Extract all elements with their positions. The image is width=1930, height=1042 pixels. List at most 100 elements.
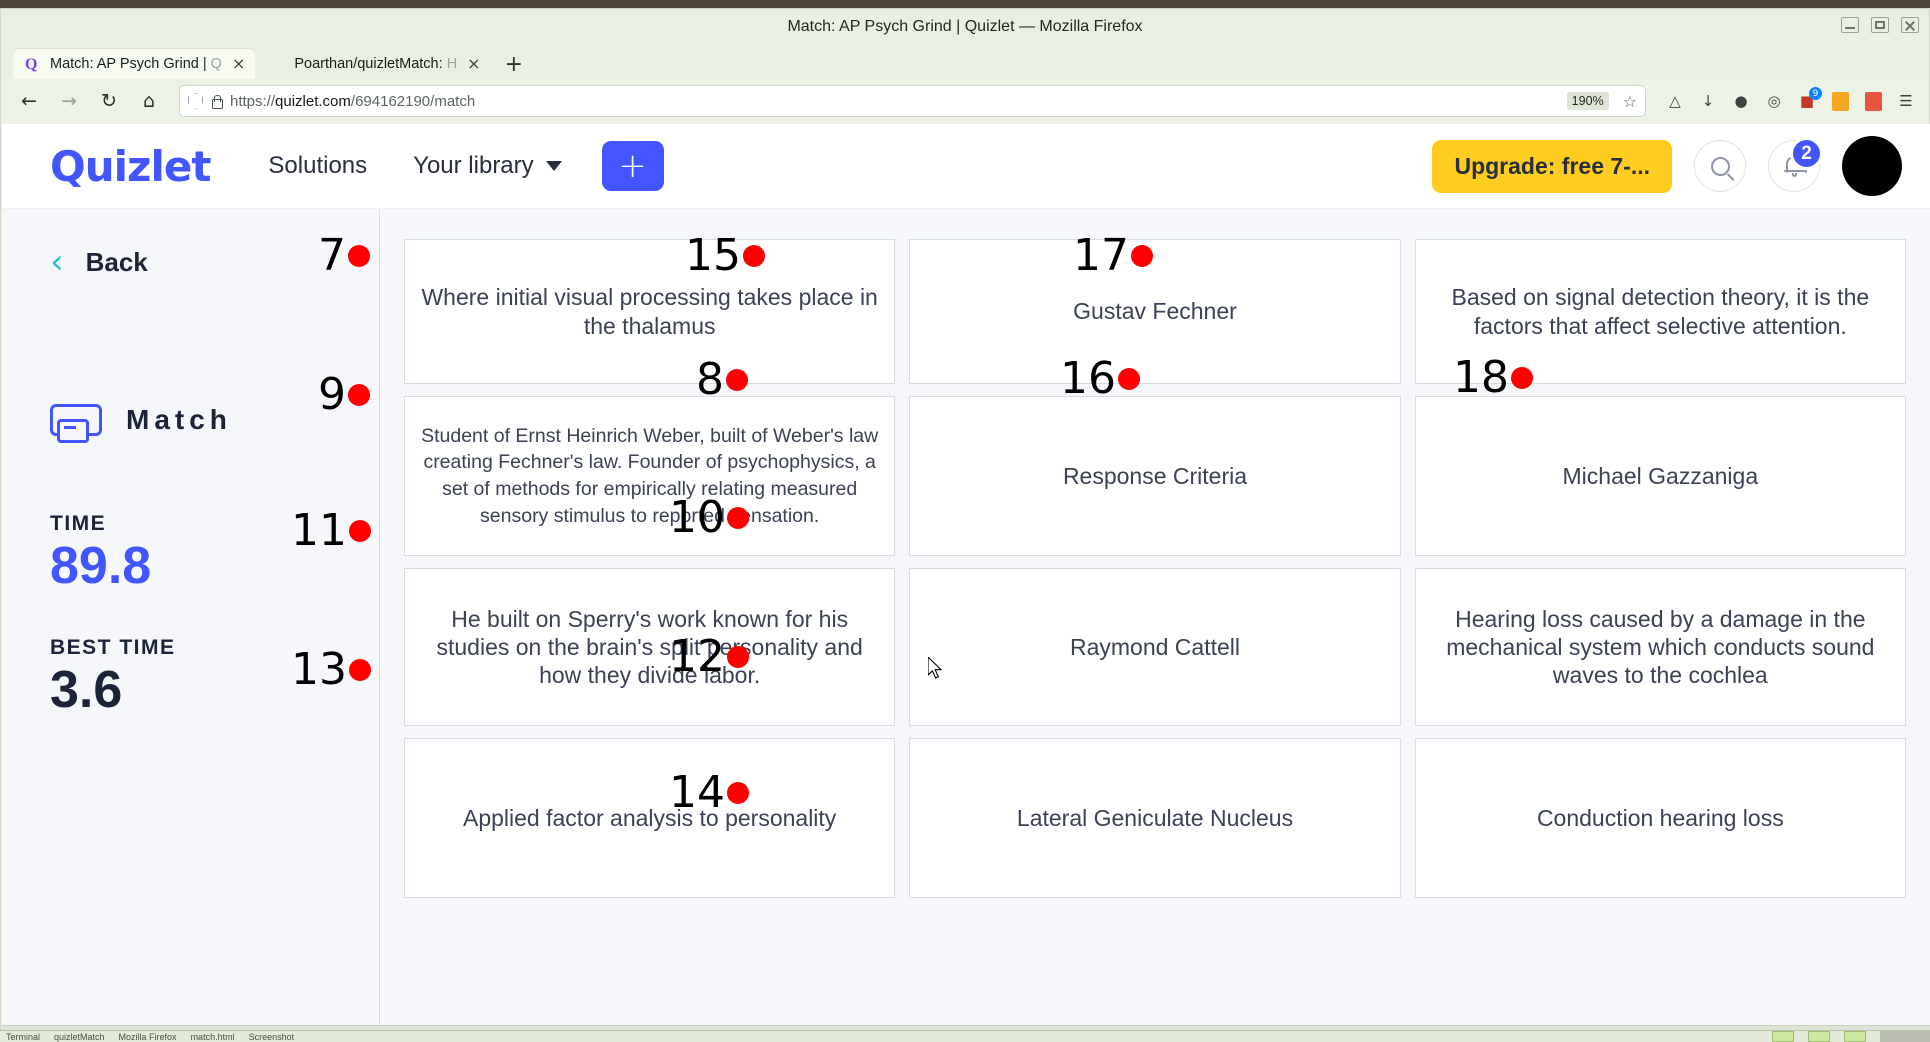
avatar[interactable] [1842,136,1902,196]
match-card-text: Conduction hearing loss [1536,804,1784,831]
page-viewport: Quizlet Solutions Your library + Upgrade… [2,124,1930,1032]
forward-icon[interactable]: → [53,85,85,117]
quizlet-logo[interactable]: Quizlet [50,142,211,191]
match-card[interactable]: Response Criteria [909,396,1401,556]
taskbar-item[interactable]: Screenshot [249,1032,295,1042]
quizlet-favicon-icon: Q [25,55,38,73]
tab-close-icon[interactable]: × [230,56,247,72]
taskbar-item[interactable]: Terminal [6,1032,40,1042]
zoom-level-badge[interactable]: 190% [1566,92,1609,110]
taskbar-item[interactable]: quizletMatch [54,1032,105,1042]
mode-label: Match [126,404,232,435]
bookmark-star-icon[interactable]: ☆ [1617,92,1637,111]
taskbar-workspace[interactable] [1772,1031,1794,1042]
window-controls [1841,17,1919,33]
back-label: Back [85,246,148,277]
nav-item-your-library[interactable]: Your library [413,152,562,180]
account-icon[interactable]: ● [1730,90,1752,112]
match-card[interactable]: Raymond Cattell [909,568,1401,726]
stat-value: 3.6 [50,661,123,720]
bitwarden-icon[interactable] [1829,90,1851,112]
window-maximize-button[interactable] [1871,17,1889,33]
stat-best-time: BEST TIME 3.6 [50,636,379,718]
downloads-icon[interactable]: ↓ [1697,90,1719,112]
window-close-button[interactable] [1901,17,1919,33]
back-icon[interactable]: ← [13,85,45,117]
tab-title: Match: AP Psych Grind | Q [50,56,222,72]
chevron-left-icon: ‹ [50,242,64,282]
match-card-text: Response Criteria [1062,462,1248,489]
os-taskbar: Terminal quizletMatch Mozilla Firefox ma… [0,1030,1930,1042]
menu-icon[interactable]: ☰ [1895,90,1917,112]
back-button[interactable]: ‹ Back [50,245,379,279]
match-card[interactable]: Applied factor analysis to personality [404,738,896,898]
match-card-text: Based on signal detection theory, it is … [1451,284,1870,339]
tab-title: Poarthan/quizletMatch: H [294,56,458,72]
browser-toolbar-icons: △ ↓ ● ◎ ■ 9 ☰ [1660,87,1917,112]
notifications-button[interactable]: 2 [1768,137,1823,192]
create-button[interactable]: + [601,141,664,191]
screenshot-icon[interactable] [1862,90,1884,112]
match-grid: Where initial visual processing takes pl… [380,209,1930,1032]
url-text: https://quizlet.com/694162190/match [230,92,476,110]
match-card-text: Lateral Geniculate Nucleus [1016,804,1294,831]
taskbar-item[interactable]: Mozilla Firefox [119,1032,177,1042]
match-card[interactable]: Hearing loss caused by a damage in the m… [1414,568,1906,726]
nav-item-label: Your library [413,152,534,179]
search-icon [1710,156,1730,176]
notification-badge: 2 [1790,137,1823,170]
new-tab-button[interactable]: + [493,51,535,79]
address-bar[interactable]: https://quizlet.com/694162190/match 190%… [179,85,1646,117]
browser-tab-quizlet[interactable]: Q Match: AP Psych Grind | Q × [13,49,256,79]
extension-badge-count: 9 [1809,87,1822,100]
reload-icon[interactable]: ↻ [93,85,125,117]
stat-label: TIME [50,512,107,535]
match-card[interactable]: Conduction hearing loss [1414,738,1906,898]
match-card-text: Hearing loss caused by a damage in the m… [1446,605,1875,689]
home-icon[interactable]: ⌂ [133,85,165,117]
nav-item-solutions[interactable]: Solutions [268,152,367,180]
match-card[interactable]: Where initial visual processing takes pl… [404,239,896,384]
window-minimize-button[interactable] [1841,17,1859,33]
adblock-icon[interactable]: ■ 9 [1796,87,1822,112]
stat-label: BEST TIME [50,636,176,660]
match-card-text: He built on Sperry's work known for his … [436,605,863,689]
match-card-icon [50,404,102,443]
firefox-window: Match: AP Psych Grind | Quizlet — Mozill… [0,8,1930,1032]
match-card-text: Gustav Fechner [1073,298,1237,325]
quizlet-header-right: Upgrade: free 7-... 2 [1432,136,1902,196]
tab-close-icon[interactable]: × [465,56,482,72]
tracking-shield-icon[interactable] [188,93,203,109]
match-card-text: Where initial visual processing takes pl… [421,284,878,339]
match-card-text: Michael Gazzaniga [1562,462,1759,489]
search-button[interactable] [1694,140,1746,192]
taskbar-item[interactable]: match.html [191,1032,235,1042]
taskbar-workspace[interactable] [1808,1031,1830,1042]
window-titlebar: Match: AP Psych Grind | Quizlet — Mozill… [1,9,1929,45]
window-title: Match: AP Psych Grind | Quizlet — Mozill… [787,18,1143,35]
match-card[interactable]: Gustav Fechner [909,239,1401,384]
match-card[interactable]: Based on signal detection theory, it is … [1414,239,1906,384]
match-card[interactable]: Student of Ernst Heinrich Weber, built o… [404,396,896,556]
match-card-text: Raymond Cattell [1069,633,1240,660]
github-favicon-icon [269,56,286,73]
lock-icon[interactable] [211,94,223,109]
quizlet-main-nav: Solutions Your library [268,152,562,180]
stat-value: 89.8 [50,537,152,595]
match-card[interactable]: Lateral Geniculate Nucleus [909,738,1401,898]
stat-time: TIME 89.8 [50,512,379,594]
match-sidebar: ‹ Back Match TIME 89.8 BEST TIME 3.6 [2,209,380,1032]
upgrade-button[interactable]: Upgrade: free 7-... [1432,139,1672,193]
match-card[interactable]: Michael Gazzaniga [1414,396,1906,556]
pocket-icon[interactable]: △ [1664,90,1686,112]
match-card[interactable]: He built on Sperry's work known for his … [404,568,896,726]
nav-item-label: Solutions [268,152,368,179]
browser-tab-github[interactable]: Poarthan/quizletMatch: H × [257,49,490,79]
mode-indicator: Match [50,404,379,443]
browser-tabstrip: Q Match: AP Psych Grind | Q × Poarthan/q… [1,45,1929,79]
taskbar-workspace[interactable] [1844,1031,1866,1042]
match-card-text: Student of Ernst Heinrich Weber, built o… [421,424,879,527]
browser-navbar: ← → ↻ ⌂ https://quizlet.com/694162190/ma… [1,79,1929,123]
taskbar-tray[interactable] [1880,1031,1930,1042]
shield-extension-icon[interactable]: ◎ [1763,90,1785,112]
